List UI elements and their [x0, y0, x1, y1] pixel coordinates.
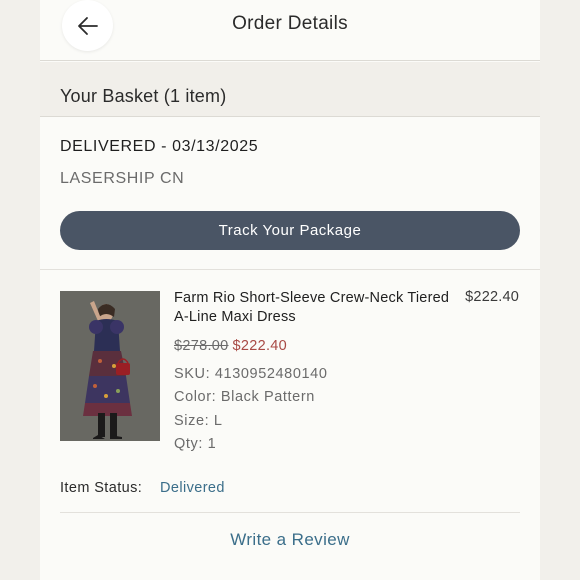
write-review-link[interactable]: Write a Review — [40, 530, 540, 550]
basket-item: Farm Rio Short-Sleeve Crew-Neck Tiered A… — [40, 271, 540, 580]
delivery-status: DELIVERED - 03/13/2025 — [60, 138, 259, 155]
product-qty: Qty: 1 — [174, 436, 217, 452]
basket-title: Your Basket (1 item) — [60, 86, 227, 106]
product-sku: SKU: 4130952480140 — [174, 366, 328, 382]
item-status-label: Item Status: — [60, 480, 143, 496]
divider — [60, 512, 520, 513]
header: Order Details — [40, 0, 540, 61]
price-comparison: $278.00 $222.40 — [174, 338, 287, 354]
item-status: Item Status: Delivered — [60, 480, 224, 496]
sale-price: $222.40 — [232, 338, 288, 354]
carrier-name: LASERSHIP CN — [60, 170, 185, 187]
item-status-value: Delivered — [160, 480, 225, 496]
product-image[interactable] — [60, 291, 160, 441]
delivery-section: DELIVERED - 03/13/2025 LASERSHIP CN Trac… — [40, 118, 540, 270]
original-price: $278.00 — [174, 338, 229, 354]
basket-header: Your Basket (1 item) — [40, 62, 540, 117]
order-details-page: Order Details Your Basket (1 item) DELIV… — [40, 0, 540, 580]
track-package-button[interactable]: Track Your Package — [60, 211, 520, 250]
product-color: Color: Black Pattern — [174, 389, 315, 405]
page-title: Order Details — [232, 13, 348, 34]
product-price: $222.40 — [465, 289, 519, 305]
product-name[interactable]: Farm Rio Short-Sleeve Crew-Neck Tiered A… — [174, 289, 459, 327]
product-size: Size: L — [174, 413, 223, 429]
product-photo-illustration — [60, 291, 160, 441]
